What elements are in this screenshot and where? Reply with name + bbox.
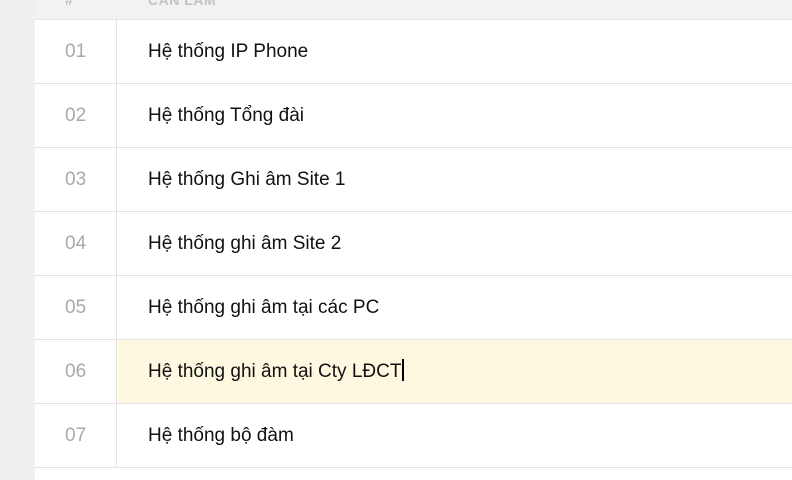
- header-number-label: #: [65, 0, 74, 8]
- row-number: 05: [35, 276, 117, 339]
- table-row[interactable]: 02 Hệ thống Tổng đài: [35, 84, 792, 148]
- row-number: 02: [35, 84, 117, 147]
- row-name[interactable]: Hệ thống ghi âm Site 2: [118, 212, 792, 275]
- table-row-selected[interactable]: 06 Hệ thống ghi âm tại Cty LĐCT: [35, 340, 792, 404]
- task-table: # CẦN LÀM 01 Hệ thống IP Phone 02 Hệ thố…: [35, 0, 792, 480]
- row-number: 07: [35, 404, 117, 467]
- row-name[interactable]: Hệ thống IP Phone: [118, 20, 792, 83]
- header-name-label: CẦN LÀM: [148, 0, 217, 8]
- row-name[interactable]: Hệ thống Tổng đài: [118, 84, 792, 147]
- row-number: 04: [35, 212, 117, 275]
- table-row[interactable]: 01 Hệ thống IP Phone: [35, 20, 792, 84]
- table-row[interactable]: 05 Hệ thống ghi âm tại các PC: [35, 276, 792, 340]
- row-number: 03: [35, 148, 117, 211]
- table-row[interactable]: 07 Hệ thống bộ đàm: [35, 404, 792, 468]
- row-name[interactable]: Hệ thống ghi âm tại các PC: [118, 276, 792, 339]
- text-cursor: [402, 359, 405, 382]
- row-number: 06: [35, 340, 117, 403]
- row-name-text: Hệ thống ghi âm tại Cty LĐCT: [148, 361, 402, 382]
- row-number: 01: [35, 20, 117, 83]
- table-header: # CẦN LÀM: [35, 0, 792, 20]
- row-name[interactable]: Hệ thống Ghi âm Site 1: [118, 148, 792, 211]
- row-name-editing[interactable]: Hệ thống ghi âm tại Cty LĐCT: [118, 340, 792, 403]
- page: # CẦN LÀM 01 Hệ thống IP Phone 02 Hệ thố…: [0, 0, 792, 480]
- table-row[interactable]: 04 Hệ thống ghi âm Site 2: [35, 212, 792, 276]
- table-row[interactable]: 03 Hệ thống Ghi âm Site 1: [35, 148, 792, 212]
- table-body: 01 Hệ thống IP Phone 02 Hệ thống Tổng đà…: [35, 20, 792, 468]
- row-name[interactable]: Hệ thống bộ đàm: [118, 404, 792, 467]
